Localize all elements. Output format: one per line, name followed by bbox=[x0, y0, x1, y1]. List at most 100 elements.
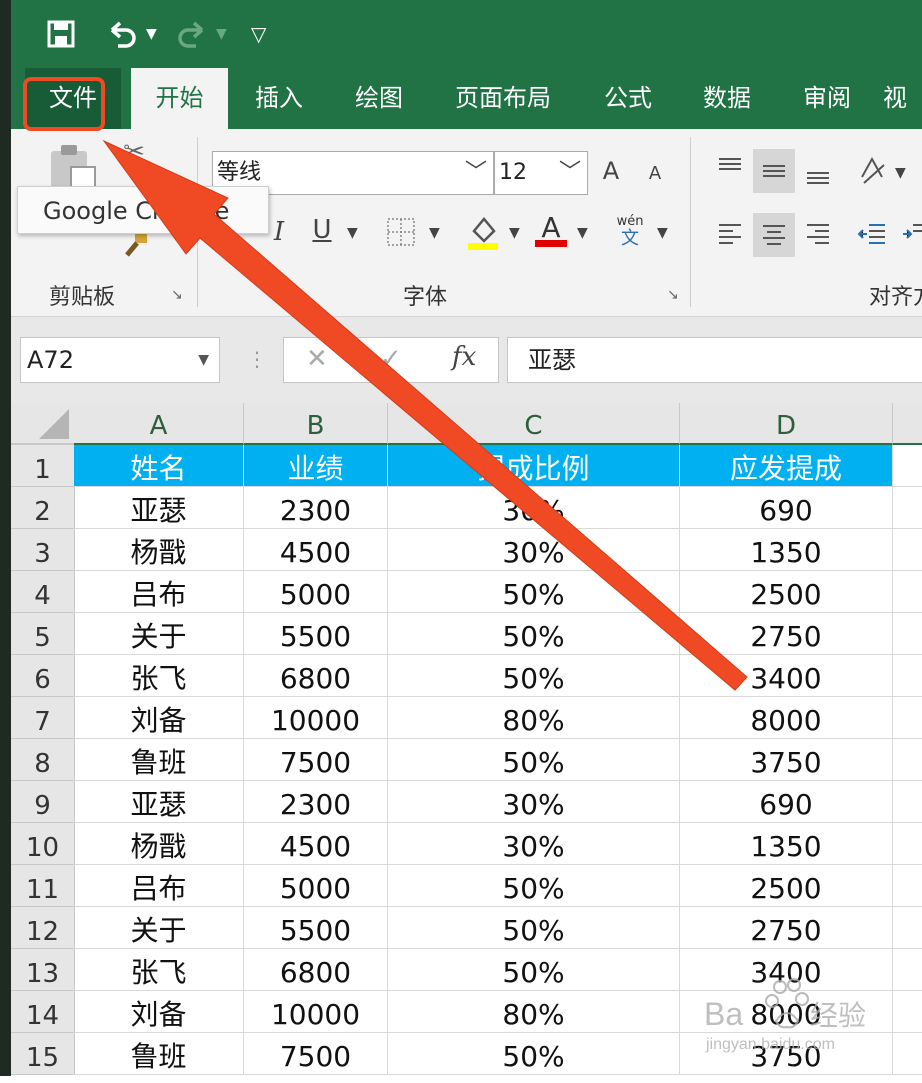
border-icon[interactable] bbox=[385, 217, 417, 249]
row-header[interactable]: 5 bbox=[11, 613, 75, 655]
table-cell[interactable]: 张飞 bbox=[74, 655, 244, 697]
table-cell[interactable]: 30% bbox=[388, 529, 680, 571]
table-cell[interactable]: 5000 bbox=[244, 571, 388, 613]
table-cell[interactable]: 2300 bbox=[244, 781, 388, 823]
column-header-d[interactable]: D bbox=[680, 403, 893, 445]
row-header[interactable]: 7 bbox=[11, 697, 75, 739]
row-header[interactable]: 3 bbox=[11, 529, 75, 571]
table-cell[interactable] bbox=[893, 781, 922, 823]
tab-formulas[interactable]: 公式 bbox=[586, 68, 670, 129]
save-icon[interactable] bbox=[47, 0, 75, 74]
row-header[interactable]: 9 bbox=[11, 781, 75, 823]
tab-home[interactable]: 开始 bbox=[131, 68, 228, 129]
table-cell[interactable]: 1350 bbox=[680, 529, 893, 571]
row-header[interactable]: 15 bbox=[11, 1033, 75, 1075]
table-cell[interactable]: 3750 bbox=[680, 739, 893, 781]
name-box[interactable]: A72 ▼ bbox=[20, 337, 220, 383]
table-cell[interactable]: 鲁班 bbox=[74, 739, 244, 781]
font-size-box[interactable]: 12 ﹀ bbox=[494, 151, 588, 195]
table-cell[interactable]: 1350 bbox=[680, 823, 893, 865]
border-dropdown-icon[interactable]: ▼ bbox=[429, 225, 440, 241]
drag-handle-icon[interactable]: ⋮ bbox=[247, 347, 267, 371]
table-cell[interactable]: 鲁班 bbox=[74, 1033, 244, 1075]
table-cell[interactable]: 50% bbox=[388, 1033, 680, 1075]
table-cell[interactable]: 2500 bbox=[680, 571, 893, 613]
table-cell[interactable]: 亚瑟 bbox=[74, 781, 244, 823]
row-header[interactable]: 2 bbox=[11, 487, 75, 529]
table-cell[interactable]: 50% bbox=[388, 571, 680, 613]
table-cell[interactable]: 关于 bbox=[74, 907, 244, 949]
align-top-icon[interactable] bbox=[717, 155, 743, 181]
row-header[interactable]: 10 bbox=[11, 823, 75, 865]
row-header[interactable]: 11 bbox=[11, 865, 75, 907]
table-cell[interactable] bbox=[893, 907, 922, 949]
row-header[interactable]: 13 bbox=[11, 949, 75, 991]
table-cell[interactable] bbox=[893, 445, 922, 487]
insert-function-icon[interactable]: fx bbox=[452, 342, 476, 372]
tab-review[interactable]: 审阅 bbox=[785, 68, 869, 129]
table-cell[interactable]: 2750 bbox=[680, 613, 893, 655]
cancel-icon[interactable]: ✕ bbox=[306, 344, 328, 374]
chevron-down-icon[interactable]: ﹀ bbox=[465, 152, 487, 194]
chevron-down-icon[interactable]: ▼ bbox=[198, 338, 209, 382]
decrease-font-icon[interactable]: A bbox=[645, 163, 665, 184]
table-cell[interactable]: 10000 bbox=[244, 991, 388, 1033]
table-cell[interactable]: 5500 bbox=[244, 613, 388, 655]
table-cell[interactable]: 刘备 bbox=[74, 697, 244, 739]
redo-icon[interactable] bbox=[176, 0, 208, 74]
table-cell[interactable]: 30% bbox=[388, 823, 680, 865]
align-bottom-icon[interactable] bbox=[805, 161, 831, 187]
table-cell[interactable]: 30% bbox=[388, 487, 680, 529]
table-cell[interactable] bbox=[893, 865, 922, 907]
decrease-indent-icon[interactable] bbox=[857, 221, 887, 247]
formula-input[interactable]: 亚瑟 bbox=[507, 337, 922, 383]
chevron-down-icon[interactable]: ﹀ bbox=[559, 152, 581, 194]
row-header[interactable]: 6 bbox=[11, 655, 75, 697]
table-cell[interactable]: 关于 bbox=[74, 613, 244, 655]
header-cell[interactable]: 业绩 bbox=[244, 445, 388, 487]
align-middle-icon[interactable] bbox=[753, 149, 795, 193]
table-cell[interactable]: 80% bbox=[388, 697, 680, 739]
table-cell[interactable]: 6800 bbox=[244, 949, 388, 991]
align-left-icon[interactable] bbox=[717, 221, 743, 247]
row-header[interactable]: 12 bbox=[11, 907, 75, 949]
table-cell[interactable]: 690 bbox=[680, 487, 893, 529]
table-cell[interactable] bbox=[893, 823, 922, 865]
increase-font-icon[interactable]: A bbox=[599, 157, 623, 185]
table-cell[interactable]: 10000 bbox=[244, 697, 388, 739]
orientation-dropdown-icon[interactable]: ▼ bbox=[895, 165, 906, 181]
table-cell[interactable] bbox=[893, 655, 922, 697]
table-cell[interactable]: 5500 bbox=[244, 907, 388, 949]
tab-view[interactable]: 视 bbox=[883, 68, 922, 129]
table-cell[interactable] bbox=[893, 529, 922, 571]
italic-button[interactable]: I bbox=[269, 217, 289, 247]
table-cell[interactable]: 6800 bbox=[244, 655, 388, 697]
underline-button[interactable]: U bbox=[309, 215, 335, 245]
row-header[interactable]: 4 bbox=[11, 571, 75, 613]
table-cell[interactable]: 吕布 bbox=[74, 571, 244, 613]
phonetic-icon[interactable]: wén 文 bbox=[615, 215, 645, 249]
font-color-dropdown-icon[interactable]: ▼ bbox=[577, 225, 588, 241]
align-center-icon[interactable] bbox=[753, 213, 795, 257]
table-cell[interactable]: 5000 bbox=[244, 865, 388, 907]
table-cell[interactable]: 30% bbox=[388, 781, 680, 823]
customize-icon[interactable]: ▽ bbox=[251, 0, 266, 68]
table-cell[interactable]: 3400 bbox=[680, 655, 893, 697]
table-cell[interactable]: 杨戬 bbox=[74, 823, 244, 865]
fill-color-icon[interactable] bbox=[465, 213, 501, 253]
table-cell[interactable]: 50% bbox=[388, 907, 680, 949]
table-cell[interactable] bbox=[893, 487, 922, 529]
table-cell[interactable]: 亚瑟 bbox=[74, 487, 244, 529]
header-cell[interactable]: 姓名 bbox=[74, 445, 244, 487]
table-cell[interactable]: 2300 bbox=[244, 487, 388, 529]
table-cell[interactable]: 刘备 bbox=[74, 991, 244, 1033]
font-launcher-icon[interactable]: ↘ bbox=[667, 287, 679, 303]
undo-icon[interactable] bbox=[106, 0, 138, 74]
table-cell[interactable]: 690 bbox=[680, 781, 893, 823]
enter-icon[interactable]: ✓ bbox=[380, 344, 402, 374]
column-header-e[interactable] bbox=[893, 403, 922, 445]
column-header-c[interactable]: C bbox=[388, 403, 680, 445]
table-cell[interactable]: 7500 bbox=[244, 1033, 388, 1075]
table-cell[interactable] bbox=[893, 613, 922, 655]
font-color-icon[interactable]: A bbox=[533, 211, 569, 247]
